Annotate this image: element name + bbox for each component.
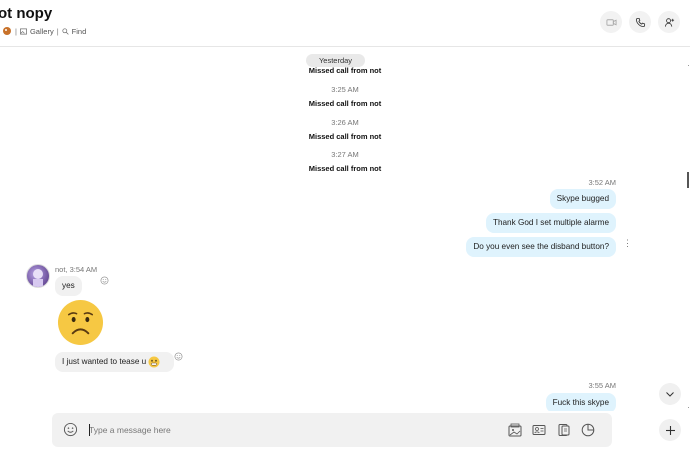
smiley-icon[interactable]	[63, 422, 78, 437]
outgoing-message[interactable]: Do you even see the disband button?	[466, 237, 616, 257]
avatar-image	[33, 269, 43, 287]
text-cursor	[89, 424, 90, 436]
add-person-icon	[664, 17, 674, 27]
outgoing-message[interactable]: Thank God I set multiple alarme	[485, 213, 616, 233]
event-text: Missed call from not	[308, 164, 382, 173]
grimace-emoji-icon	[148, 356, 160, 368]
worried-face-icon[interactable]	[57, 299, 104, 346]
message-composer	[52, 413, 612, 447]
message-list[interactable]: Yesterday 3:24 AM Missed call from not 3…	[0, 47, 690, 411]
scrollbar-arrow-up[interactable]	[688, 65, 689, 66]
participant-avatar-icon[interactable]	[2, 26, 12, 36]
gallery-icon	[20, 28, 27, 34]
event-text: Missed call from not	[308, 66, 382, 75]
add-reaction-icon[interactable]	[174, 352, 183, 361]
event-time: 3:26 AM	[331, 118, 359, 127]
missed-call-event: 3:27 AM Missed call from not	[0, 150, 690, 173]
audio-call-button[interactable]	[629, 11, 651, 33]
message-timestamp: 3:52 AM	[588, 178, 616, 187]
scroll-to-bottom-button[interactable]	[659, 383, 681, 405]
chevron-down-icon	[666, 392, 674, 397]
incoming-message[interactable]: yes	[55, 276, 82, 296]
event-time: 3:27 AM	[331, 150, 359, 159]
missed-call-event: 3:25 AM Missed call from not	[0, 85, 690, 108]
find-link[interactable]: Find	[72, 27, 87, 36]
event-text: Missed call from not	[308, 99, 382, 108]
file-send-icon[interactable]	[557, 423, 571, 437]
event-text: Missed call from not	[308, 132, 382, 141]
outgoing-message[interactable]: Skype bugged	[549, 189, 616, 209]
header-subline: | Gallery | Find	[2, 26, 86, 36]
message-timestamp: 3:55 AM	[588, 381, 616, 390]
search-icon	[62, 27, 69, 35]
media-gallery-icon[interactable]	[508, 423, 522, 437]
avatar[interactable]	[26, 264, 50, 288]
add-people-button[interactable]	[658, 11, 680, 33]
video-call-button[interactable]	[600, 11, 622, 33]
message-input[interactable]	[89, 422, 469, 438]
sender-name: not, 3:54 AM	[55, 265, 98, 274]
date-divider: Yesterday	[306, 54, 365, 67]
separator: |	[56, 26, 59, 36]
scrollbar-arrow-down[interactable]	[688, 407, 689, 408]
more-options-button[interactable]	[659, 419, 681, 441]
add-reaction-icon[interactable]	[100, 276, 109, 285]
video-call-icon	[605, 18, 617, 26]
event-time: 3:25 AM	[331, 85, 359, 94]
chat-title[interactable]: ot nopy	[0, 5, 52, 22]
chat-header: ot nopy | Gallery | Find	[0, 0, 690, 47]
gallery-link[interactable]: Gallery	[30, 27, 54, 36]
outgoing-message[interactable]: Fuck this skype	[545, 393, 616, 411]
plus-icon	[665, 425, 675, 435]
scrollbar-thumb[interactable]	[687, 172, 689, 188]
phone-icon	[635, 17, 645, 27]
message-options-icon[interactable]: ⋮	[623, 238, 632, 249]
missed-call-event: 3:26 AM Missed call from not	[0, 118, 690, 141]
separator: |	[15, 26, 17, 36]
poll-icon[interactable]	[581, 423, 595, 437]
contact-card-icon[interactable]	[532, 423, 546, 437]
